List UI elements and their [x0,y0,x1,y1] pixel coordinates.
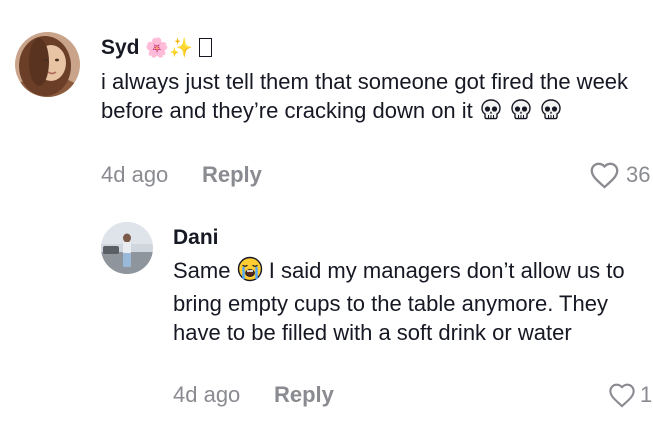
avatar[interactable] [15,32,80,97]
loudly-crying-face-icon [237,256,263,289]
comment-text: Same I said my managers don’t allow us t… [173,256,625,345]
comment-time: 4d ago [101,162,169,187]
missing-glyph-icon [198,38,212,57]
avatar[interactable] [101,222,153,274]
heart-icon [590,162,619,189]
comment-time: 4d ago [173,382,241,407]
username-decoration: 🌸✨ [145,38,193,59]
like-button[interactable]: 1 [608,382,652,408]
username[interactable]: Syd 🌸✨ [101,36,212,60]
like-button[interactable]: 36 [589,161,650,189]
like-count: 36 [626,162,651,187]
skull-icon [509,98,533,129]
heart-icon [609,383,635,408]
reply-button[interactable]: Reply [202,162,262,188]
comment-text: i always just tell them that someone got… [101,67,636,129]
like-count: 1 [640,382,653,407]
skull-icon [479,98,503,129]
reply-button[interactable]: Reply [274,382,334,408]
skull-icon [539,98,563,129]
username[interactable]: Dani [173,226,219,250]
